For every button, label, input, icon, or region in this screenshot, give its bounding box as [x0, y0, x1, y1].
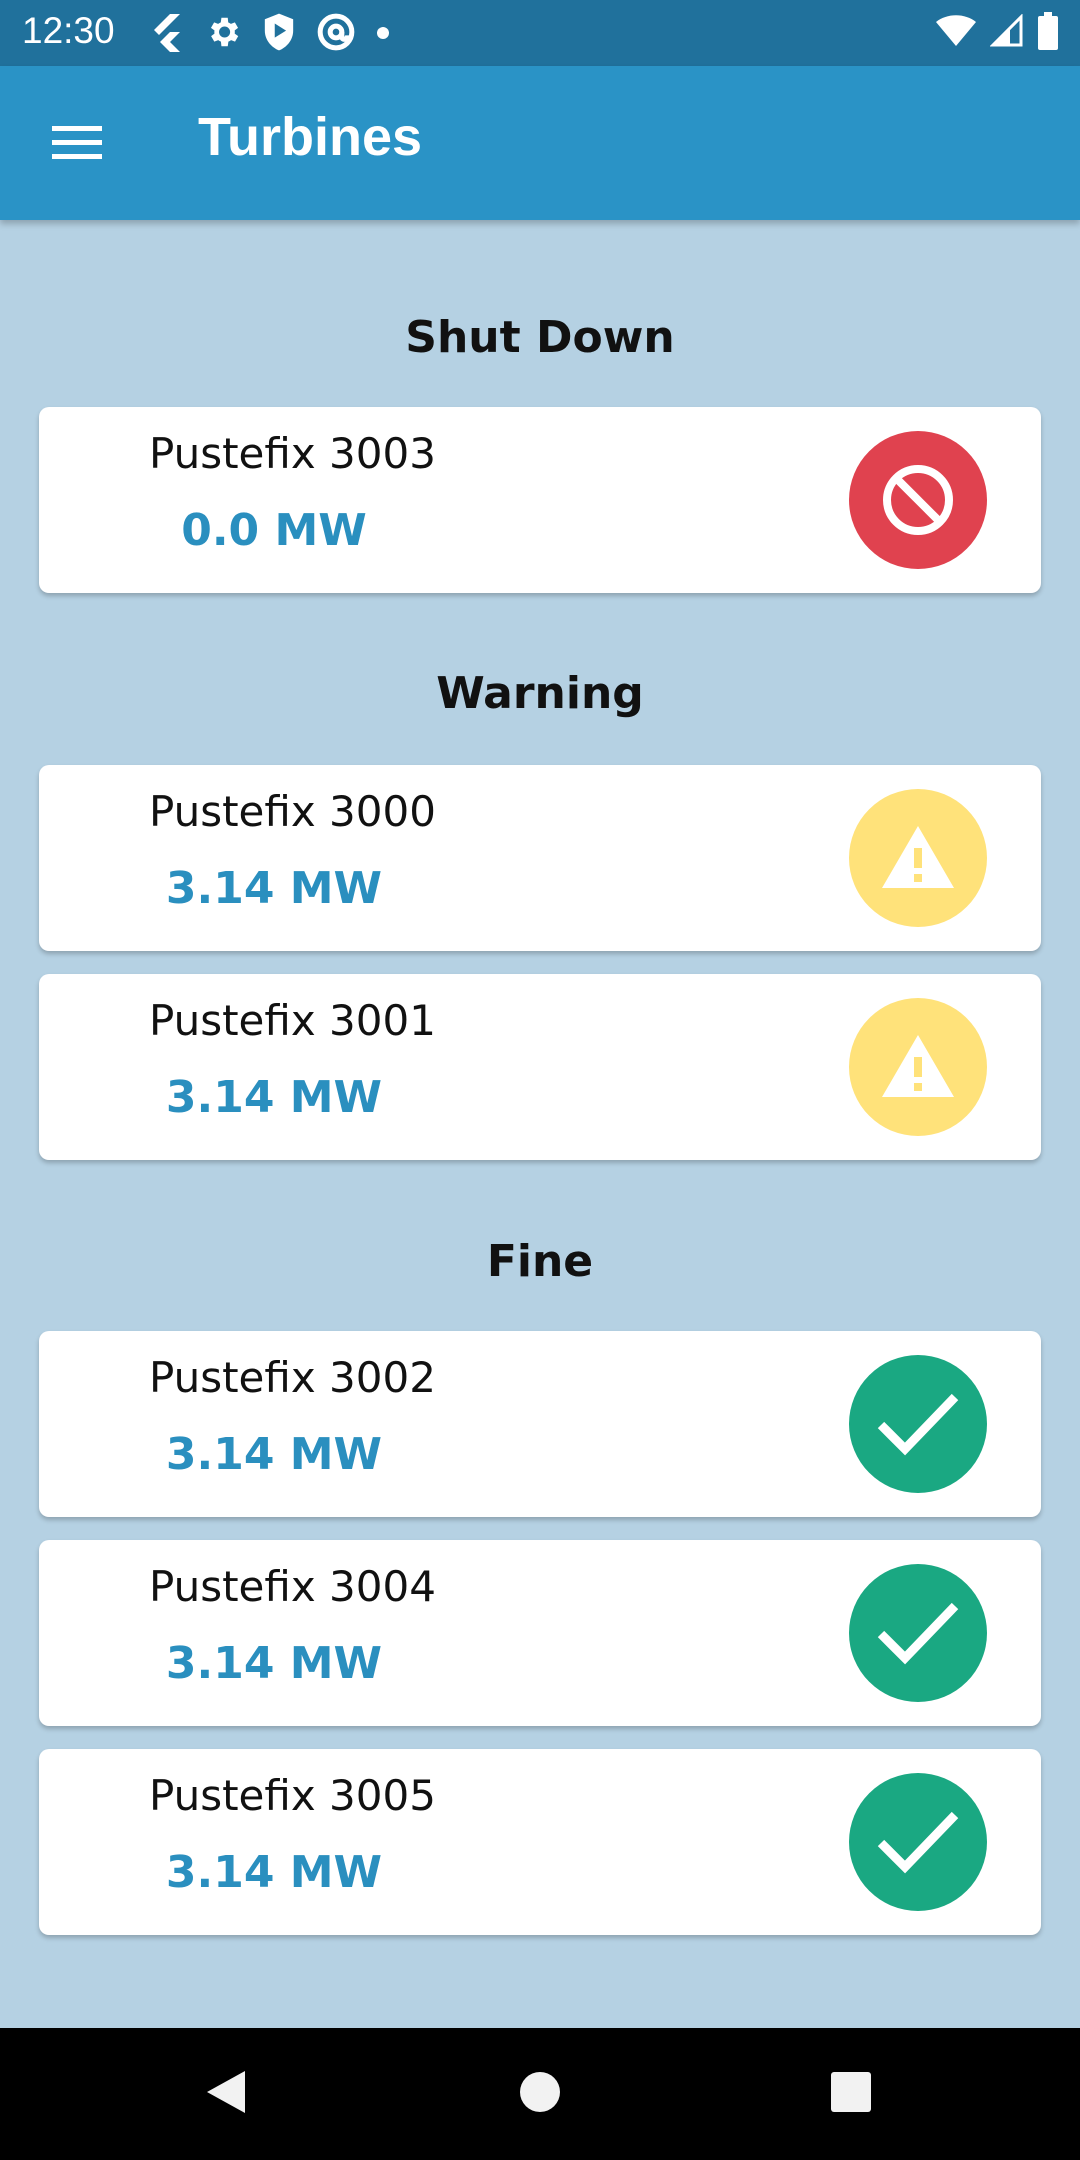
status-bar: 12:30 — [0, 0, 1080, 66]
hamburger-menu-icon — [50, 122, 104, 166]
turbine-card[interactable]: Pustefix 3001 3.14 MW — [39, 974, 1041, 1160]
app-title: Turbines — [198, 107, 423, 167]
navigation-bar — [0, 2028, 1080, 2160]
turbine-card[interactable]: Pustefix 3000 3.14 MW — [39, 765, 1041, 951]
turbine-name: Pustefix 3005 — [149, 1771, 436, 1820]
cell-signal-icon — [989, 13, 1024, 52]
turbine-power: 3.14 MW — [165, 863, 383, 914]
home-icon — [517, 2069, 563, 2119]
settings-icon — [204, 13, 242, 55]
flutter-icon — [148, 12, 184, 56]
system-icons — [936, 12, 1058, 54]
dot-icon — [376, 25, 390, 44]
section-header-fine: Fine — [486, 1236, 594, 1287]
wifi-icon — [936, 15, 976, 51]
home-button[interactable] — [510, 2064, 570, 2124]
warning-icon — [849, 998, 987, 1136]
turbine-card[interactable]: Pustefix 3004 3.14 MW — [39, 1540, 1041, 1726]
check-icon — [849, 1355, 987, 1493]
check-icon — [849, 1773, 987, 1911]
turbine-card[interactable]: Pustefix 3003 0.0 MW — [39, 407, 1041, 593]
app-bar: Turbines — [0, 66, 1080, 220]
turbine-power: 0.0 MW — [181, 505, 367, 556]
turbine-power: 3.14 MW — [165, 1429, 383, 1480]
recents-icon — [829, 2070, 873, 2118]
shield-play-icon — [262, 12, 296, 56]
back-icon — [203, 2067, 249, 2121]
turbine-name: Pustefix 3001 — [149, 996, 436, 1045]
check-icon — [849, 1564, 987, 1702]
section-header-shut-down: Shut Down — [405, 312, 675, 363]
back-button[interactable] — [196, 2064, 256, 2124]
turbine-name: Pustefix 3000 — [149, 787, 436, 836]
turbine-power: 3.14 MW — [165, 1638, 383, 1689]
battery-icon — [1038, 12, 1058, 54]
turbine-card[interactable]: Pustefix 3005 3.14 MW — [39, 1749, 1041, 1935]
turbine-list[interactable]: Shut Down Pustefix 3003 0.0 MW Warning P… — [0, 220, 1080, 2028]
status-time: 12:30 — [22, 10, 115, 51]
warning-icon — [849, 789, 987, 927]
at-sign-icon — [316, 12, 356, 56]
turbine-name: Pustefix 3002 — [149, 1353, 436, 1402]
turbine-power: 3.14 MW — [165, 1072, 383, 1123]
turbines-screen: 12:30 Turbines Shut Down Pustefix 3003 0… — [0, 0, 1080, 2160]
section-header-warning: Warning — [436, 668, 644, 719]
notification-icons — [148, 12, 390, 56]
recents-button[interactable] — [821, 2064, 881, 2124]
turbine-name: Pustefix 3004 — [149, 1562, 436, 1611]
turbine-name: Pustefix 3003 — [149, 429, 436, 478]
menu-button[interactable] — [36, 116, 118, 172]
turbine-power: 3.14 MW — [165, 1847, 383, 1898]
turbine-card[interactable]: Pustefix 3002 3.14 MW — [39, 1331, 1041, 1517]
block-icon — [849, 431, 987, 569]
